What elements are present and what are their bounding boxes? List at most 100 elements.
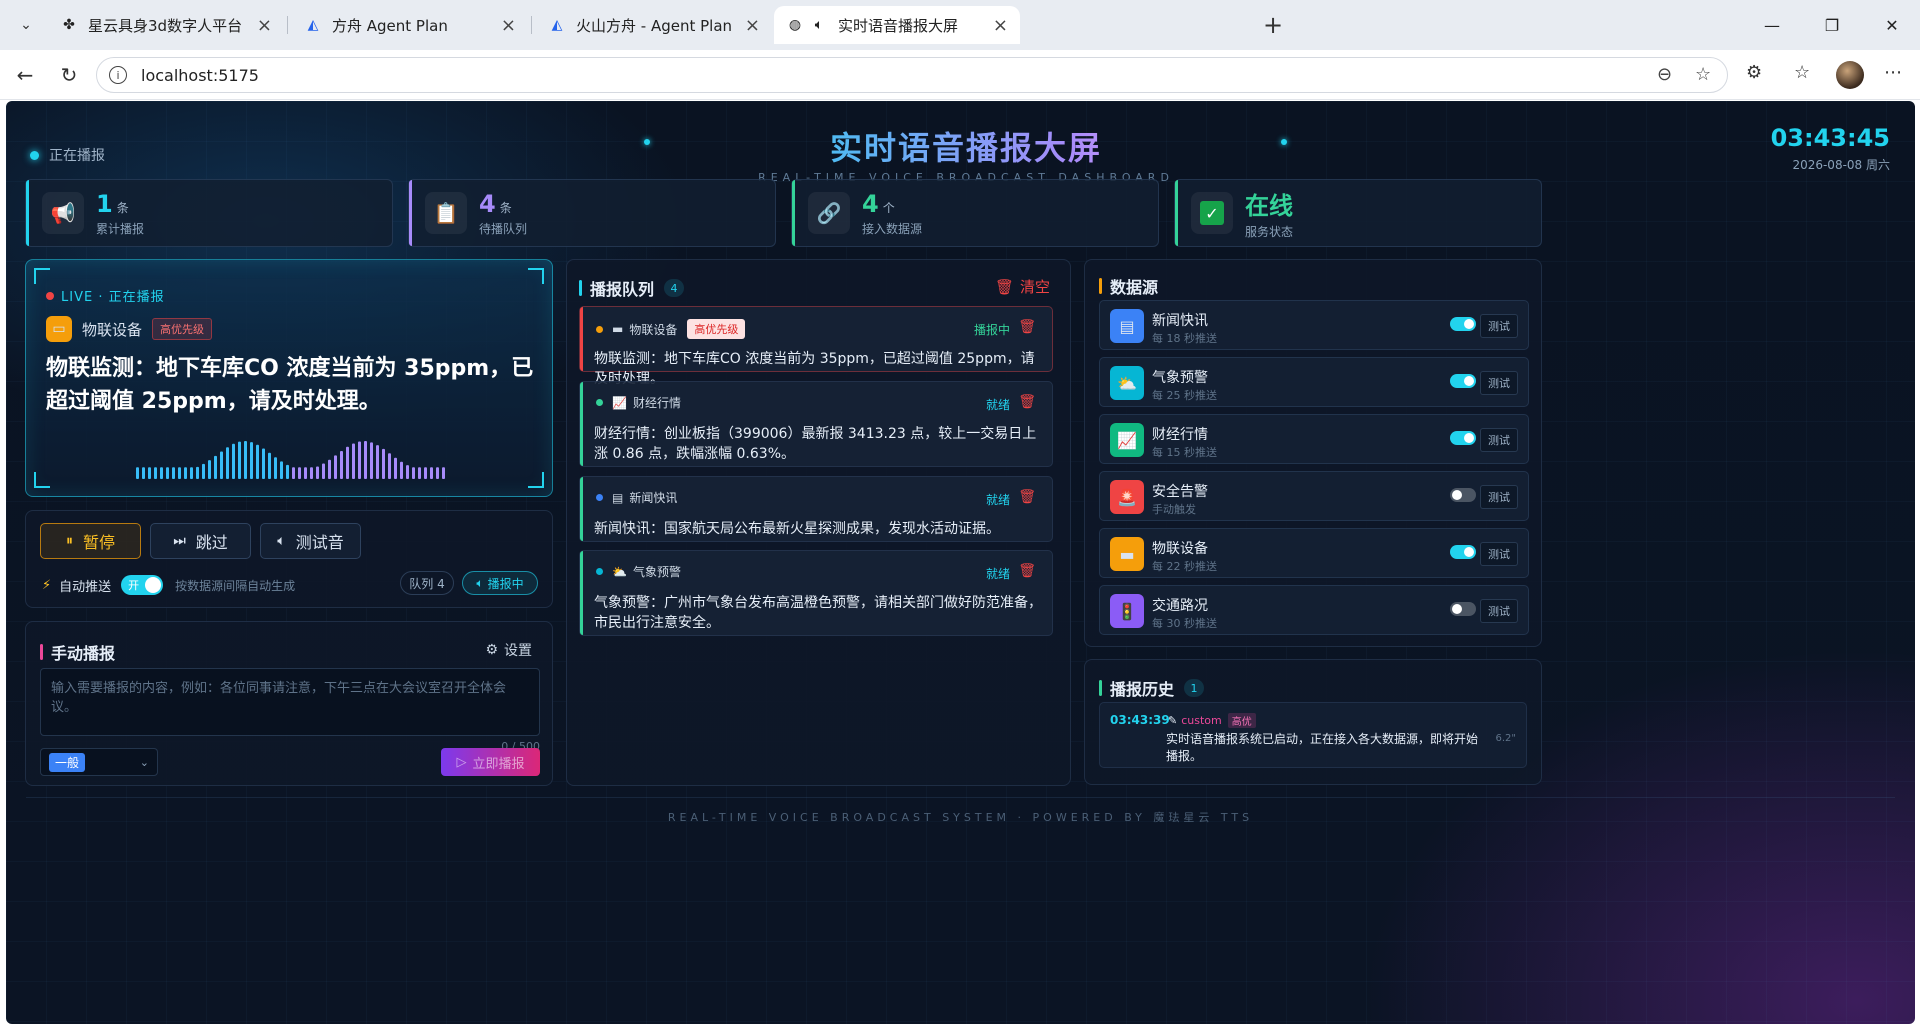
test-button[interactable]: 测试 [1480, 428, 1518, 452]
star-icon[interactable]: ☆ [1695, 64, 1711, 85]
megaphone-icon: 📢 [42, 192, 84, 234]
extensions-icon[interactable]: ⚙ [1746, 62, 1762, 83]
source-row[interactable]: 📈 财经行情每 15 秒推送 测试 [1099, 414, 1529, 464]
clear-queue-button[interactable]: 🗑 清空 [995, 276, 1050, 297]
priority-select[interactable]: 一般 ⌄ [40, 748, 158, 776]
trash-icon[interactable]: 🗑 [1018, 489, 1036, 505]
source-row[interactable]: 🚨 安全告警 手动触发 测试 [1099, 471, 1529, 521]
waveform-bar [310, 467, 313, 479]
waveform-bar [142, 467, 145, 479]
tab-fangzhou[interactable]: ◭ 方舟 Agent Plan × [292, 6, 528, 44]
trash-icon[interactable]: 🗑 [1018, 563, 1036, 579]
source-row[interactable]: ▤ 新闻快讯每 18 秒推送 测试 [1099, 300, 1529, 350]
auto-push: ⚡ 自动推送 开 按数据源间隔自动生成 [42, 575, 295, 595]
send-button[interactable]: ▷ 立即播报 [441, 748, 540, 776]
pause-button[interactable]: ⏸ 暂停 [40, 523, 141, 559]
waveform-bar [376, 445, 379, 479]
waveform-bar [220, 451, 223, 479]
avatar[interactable] [1836, 61, 1864, 89]
source-frequency: 手动触发 [1152, 503, 1196, 516]
test-button[interactable]: 测试 [1480, 542, 1518, 566]
status-badge: 播报中 [973, 323, 1010, 337]
broadcast-textarea[interactable]: 输入需要播报的内容，例如：各位同事请注意，下午三点在大会议室召开全体会议。 [40, 668, 540, 736]
reload-button[interactable]: ↻ [54, 60, 84, 90]
source-frequency: 每 22 秒推送 [1152, 560, 1217, 573]
close-icon[interactable]: × [257, 15, 272, 36]
tab-dashboard[interactable]: ◍ 🔈︎ 实时语音播报大屏 × [774, 6, 1020, 44]
queue-item[interactable]: ▬ 物联设备 高优先级 播报中 🗑 物联监测：地下车库CO 浓度当前为 35ppm… [579, 306, 1053, 387]
skip-button[interactable]: ⏭ 跳过 [150, 523, 251, 559]
info-icon[interactable]: i [109, 66, 127, 84]
waveform-bar [382, 448, 385, 479]
zoom-icon[interactable]: ⊖ [1657, 64, 1672, 85]
close-icon[interactable]: × [745, 15, 760, 36]
queue-item[interactable]: 📈 财经行情 就绪 🗑 财经行情：创业板指（399006）最新报 3413.23 … [579, 381, 1053, 467]
stat-service: ✓ 在线 服务状态 [1174, 179, 1542, 247]
header-status: 正在播报 [30, 145, 105, 165]
tab-search-button[interactable]: ⌄ [10, 10, 42, 40]
minimize-button[interactable]: — [1752, 10, 1792, 40]
source-toggle[interactable] [1450, 317, 1476, 331]
url-text[interactable]: localhost:5175 [141, 66, 259, 85]
bolt-icon: ⚡ [42, 577, 52, 593]
source-toggle[interactable] [1450, 602, 1476, 616]
queue-title: 播报队列 4 [579, 276, 685, 300]
waveform-bar [250, 442, 253, 479]
close-icon[interactable]: × [993, 15, 1008, 36]
waveform-bar [208, 460, 211, 479]
waveform-bar [292, 467, 295, 479]
waveform-bar [358, 441, 361, 479]
test-button[interactable]: 测试 [1480, 599, 1518, 623]
volcano-icon: ◭ [551, 17, 563, 33]
source-toggle[interactable] [1450, 488, 1476, 502]
source-toggle[interactable] [1450, 431, 1476, 445]
auto-push-toggle[interactable]: 开 [121, 575, 164, 595]
app-icon: ✤ [63, 17, 75, 33]
trash-icon[interactable]: 🗑 [1018, 394, 1036, 410]
manual-broadcast-panel: 手动播报 ⚙ 设置 输入需要播报的内容，例如：各位同事请注意，下午三点在大会议室召… [25, 621, 553, 786]
page-title: 实时语音播报大屏 [706, 123, 1226, 169]
history-title: 播报历史 1 [1099, 676, 1205, 700]
new-tab-button[interactable]: + [1258, 10, 1288, 40]
newspaper-icon: ▤ [1110, 309, 1144, 343]
source-name: 财经行情 [1152, 427, 1208, 443]
queue-item[interactable]: ▤ 新闻快讯 就绪 🗑 新闻快讯：国家航天局公布最新火星探测成果，发现水活动证据。 [579, 476, 1053, 542]
test-button[interactable]: 测试 [1480, 485, 1518, 509]
more-icon[interactable]: ⋯ [1884, 62, 1902, 83]
source-row[interactable]: ▬ 物联设备每 22 秒推送 测试 [1099, 528, 1529, 578]
waveform-bar [316, 466, 319, 479]
history-time: 03:43:39 [1110, 713, 1170, 727]
speaker-icon: 🔈︎ [277, 533, 286, 549]
source-row[interactable]: ⛅ 气象预警每 25 秒推送 测试 [1099, 357, 1529, 407]
trash-icon[interactable]: 🗑 [1018, 319, 1036, 335]
history-item[interactable]: 03:43:39 ✎ custom 高优 实时语音播报系统已启动，正在接入各大数… [1099, 702, 1527, 768]
maximize-button[interactable]: ❐ [1812, 10, 1852, 40]
live-source: ▭ 物联设备 高优先级 [46, 316, 213, 342]
traffic-light-icon: 🚦 [1110, 594, 1144, 628]
source-toggle[interactable] [1450, 374, 1476, 388]
tab-huoshan[interactable]: ◭ 火山方舟 - Agent Plan × [536, 6, 772, 44]
queue-item[interactable]: ⛅ 气象预警 就绪 🗑 气象预警：广州市气象台发布高温橙色预警，请相关部门做好防范… [579, 550, 1053, 636]
source-name: 交通路况 [1152, 598, 1208, 614]
favorites-icon[interactable]: ☆ [1794, 62, 1810, 83]
back-button[interactable]: ← [10, 60, 40, 90]
source-row[interactable]: 🚦 交通路况每 30 秒推送 测试 [1099, 585, 1529, 635]
test-sound-button[interactable]: 🔈︎ 测试音 [260, 523, 361, 559]
close-icon: ✕ [1885, 15, 1899, 35]
source-toggle[interactable] [1450, 545, 1476, 559]
pin-icon: ✎ [1168, 714, 1178, 727]
test-button[interactable]: 测试 [1480, 371, 1518, 395]
address-bar[interactable]: i localhost:5175 ⊖ ☆ [96, 57, 1728, 93]
close-icon[interactable]: × [501, 15, 516, 36]
waveform-bar [322, 463, 325, 479]
gear-icon: ⚙ [485, 642, 498, 658]
source-name: 物联设备 [1152, 541, 1208, 557]
test-button[interactable]: 测试 [1480, 314, 1518, 338]
tab-xingyun[interactable]: ✤ 星云具身3d数字人平台 × [48, 6, 284, 44]
waveform-bar [244, 441, 247, 479]
waveform-bar [178, 467, 181, 479]
skip-icon: ⏭ [173, 533, 186, 549]
chart-icon: 📈 [612, 395, 627, 410]
settings-button[interactable]: ⚙ 设置 [485, 640, 532, 660]
close-window-button[interactable]: ✕ [1872, 10, 1912, 40]
